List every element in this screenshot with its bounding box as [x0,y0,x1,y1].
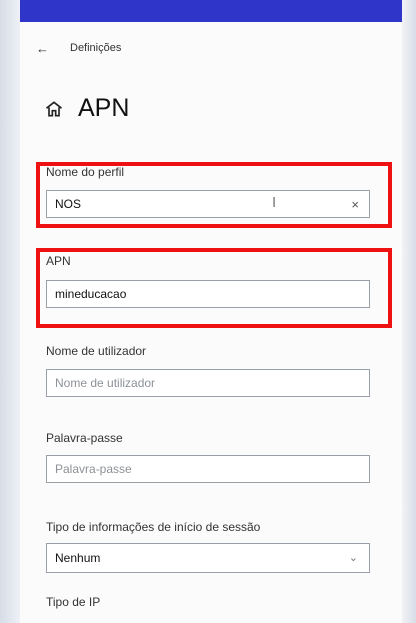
sign-in-info-type-value: Nenhum [55,551,101,565]
window-left-edge [0,0,20,623]
username-label: Nome de utilizador [46,344,147,358]
home-icon[interactable] [44,99,64,119]
chevron-down-icon: ⌄ [348,552,358,564]
username-placeholder: Nome de utilizador [55,376,156,390]
highlight-profile-name [36,162,392,228]
page-header: APN [44,94,129,123]
ip-type-label: Tipo de IP [46,595,101,609]
window-right-edge [402,0,416,623]
settings-window: ← Definições APN Nome do perfil NOS I × … [20,22,402,623]
highlight-apn [36,248,392,328]
password-label: Palavra-passe [46,431,123,445]
app-title: Definições [70,42,122,54]
username-input[interactable]: Nome de utilizador [46,369,370,397]
title-bar: ← Definições [36,40,121,56]
window-top-border [0,0,416,22]
sign-in-info-type-select[interactable]: Nenhum ⌄ [46,543,370,573]
back-arrow-icon[interactable]: ← [36,41,56,56]
sign-in-info-type-label: Tipo de informações de início de sessão [46,520,261,534]
password-placeholder: Palavra-passe [55,462,132,476]
page-title: APN [78,94,130,122]
password-input[interactable]: Palavra-passe [46,455,370,483]
